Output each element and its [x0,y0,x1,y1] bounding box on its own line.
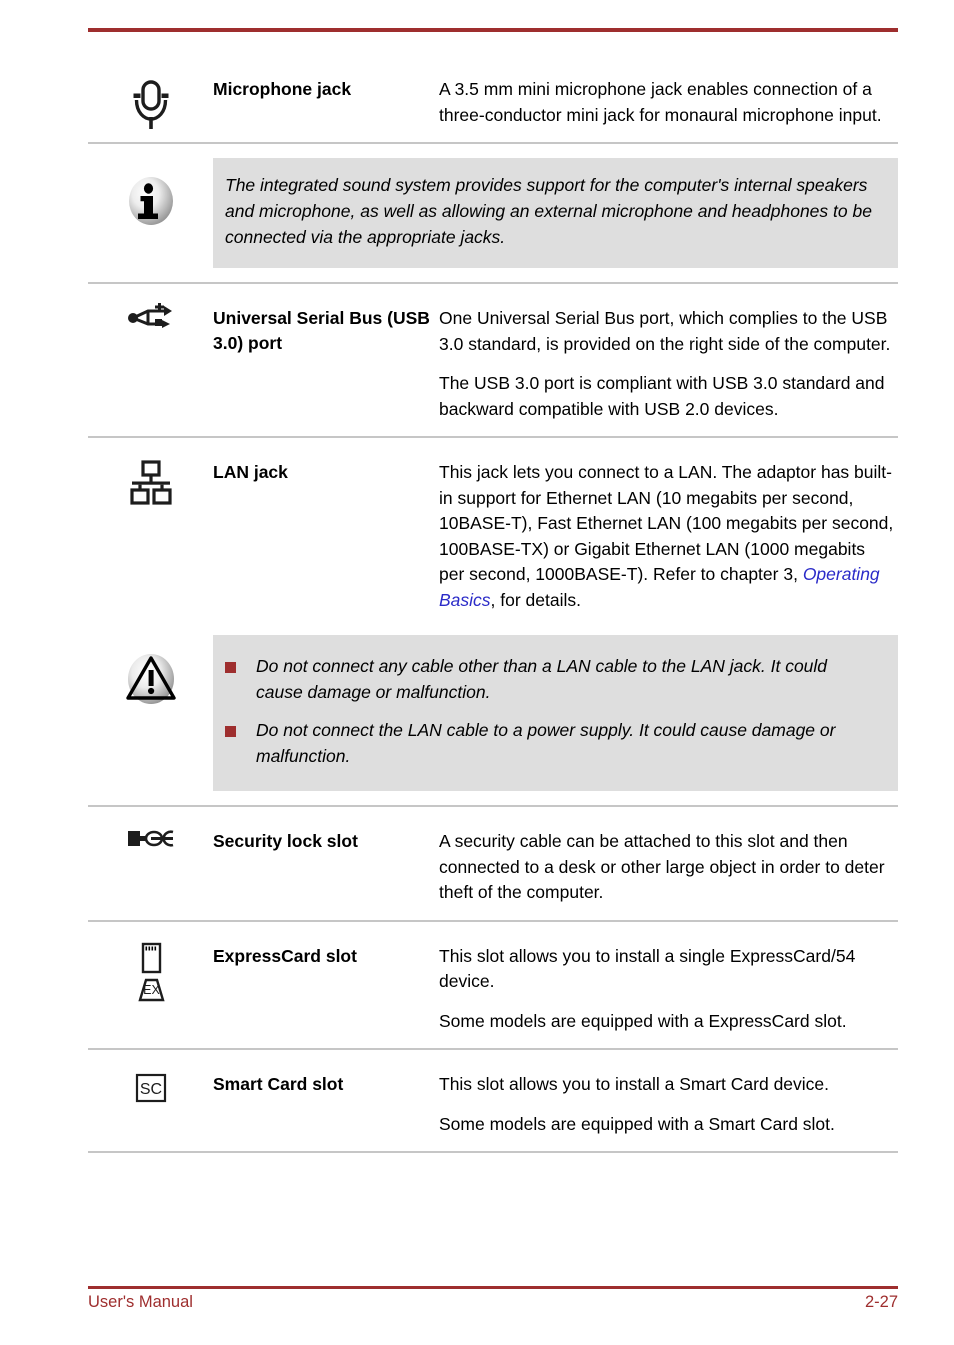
description-paragraph: A 3.5 mm mini microphone jack enables co… [439,79,882,125]
feature-term: Universal Serial Bus (USB 3.0) port [213,308,430,353]
security-lock-icon [127,830,173,847]
icon-cell [88,807,213,851]
warning-lan-cable: Do not connect any cable other than a LA… [88,635,898,791]
warning-box: Do not connect any cable other than a LA… [213,635,898,791]
icon-cell: EX [88,922,213,1004]
feature-term: Microphone jack [213,79,352,99]
description-paragraph: This slot allows you to install a single… [439,945,856,992]
note-box: The integrated sound system provides sup… [213,158,898,268]
feature-row-lan-jack: LAN jack This jack lets you connect to a… [88,438,898,627]
note-text: The integrated sound system provides sup… [225,175,872,247]
expresscard-icon-label: EX [143,983,160,997]
icon-cell [88,438,213,506]
list-item: Do not connect any cable other than a LA… [225,653,878,705]
warning-bullet-text: Do not connect the LAN cable to a power … [256,720,836,766]
icon-cell [88,635,213,707]
feature-row-microphone-jack: Microphone jack A 3.5 mm mini microphone… [88,55,898,144]
footer-label: User's Manual [88,1293,193,1311]
feature-description: This jack lets you connect to a LAN. The… [439,438,898,627]
description-paragraph: One Universal Serial Bus port, which com… [439,308,891,354]
description-paragraph: This slot allows you to install a Smart … [439,1074,830,1094]
page-content: Microphone jack A 3.5 mm mini microphone… [88,55,898,1153]
bullet-square-icon [225,662,236,673]
description-paragraph: The USB 3.0 port is compliant with USB 3… [439,373,885,419]
feature-term: LAN jack [213,462,288,482]
icon-cell [88,55,213,131]
info-icon [128,177,173,225]
usb-icon [127,303,172,328]
description-paragraph: A security cable can be attached to this… [439,831,885,902]
feature-description: A security cable can be attached to this… [439,807,898,920]
icon-cell: SC [88,1050,213,1104]
warning-bullet-list: Do not connect any cable other than a LA… [225,653,878,769]
warning-triangle-icon [125,654,176,704]
icon-cell [88,284,213,332]
microphone-icon [133,80,168,129]
feature-description: A 3.5 mm mini microphone jack enables co… [439,55,898,142]
note-sound-system: The integrated sound system provides sup… [88,158,898,268]
lan-text-tail: , for details. [490,589,582,610]
feature-description: One Universal Serial Bus port, which com… [439,284,898,436]
page-footer: User's Manual 2-27 [88,1293,898,1312]
feature-term: Security lock slot [213,831,358,851]
footer-page-number: 2-27 [864,1293,898,1311]
feature-description: This slot allows you to install a Smart … [439,1050,898,1151]
feature-row-smart-card-slot: SC Smart Card slot This slot allows you … [88,1050,898,1153]
feature-term: ExpressCard slot [213,945,357,966]
smart-card-icon-label: SC [139,1081,161,1098]
footer-rule [88,1286,898,1289]
feature-row-usb-port: Universal Serial Bus (USB 3.0) port One … [88,282,898,438]
lan-icon [129,460,172,505]
warning-bullet-text: Do not connect any cable other than a LA… [256,656,828,702]
feature-term: Smart Card slot [213,1074,344,1094]
expresscard-icon: EX [137,942,165,1001]
description-paragraph: This jack lets you connect to a LAN. The… [439,460,894,613]
description-paragraph: Some models are equipped with a Smart Ca… [439,1113,835,1134]
feature-row-security-lock-slot: Security lock slot A security cable can … [88,805,898,922]
feature-description: This slot allows you to install a single… [439,922,898,1049]
description-paragraph: Some models are equipped with a ExpressC… [439,1010,847,1031]
manual-page: Microphone jack A 3.5 mm mini microphone… [0,0,954,1345]
smart-card-icon: SC [135,1073,166,1103]
bullet-square-icon [225,726,236,737]
list-item: Do not connect the LAN cable to a power … [225,717,878,769]
icon-cell [88,158,213,228]
feature-row-expresscard-slot: EX ExpressCard slot This slot allows you… [88,922,898,1050]
page-top-rule [88,28,898,32]
